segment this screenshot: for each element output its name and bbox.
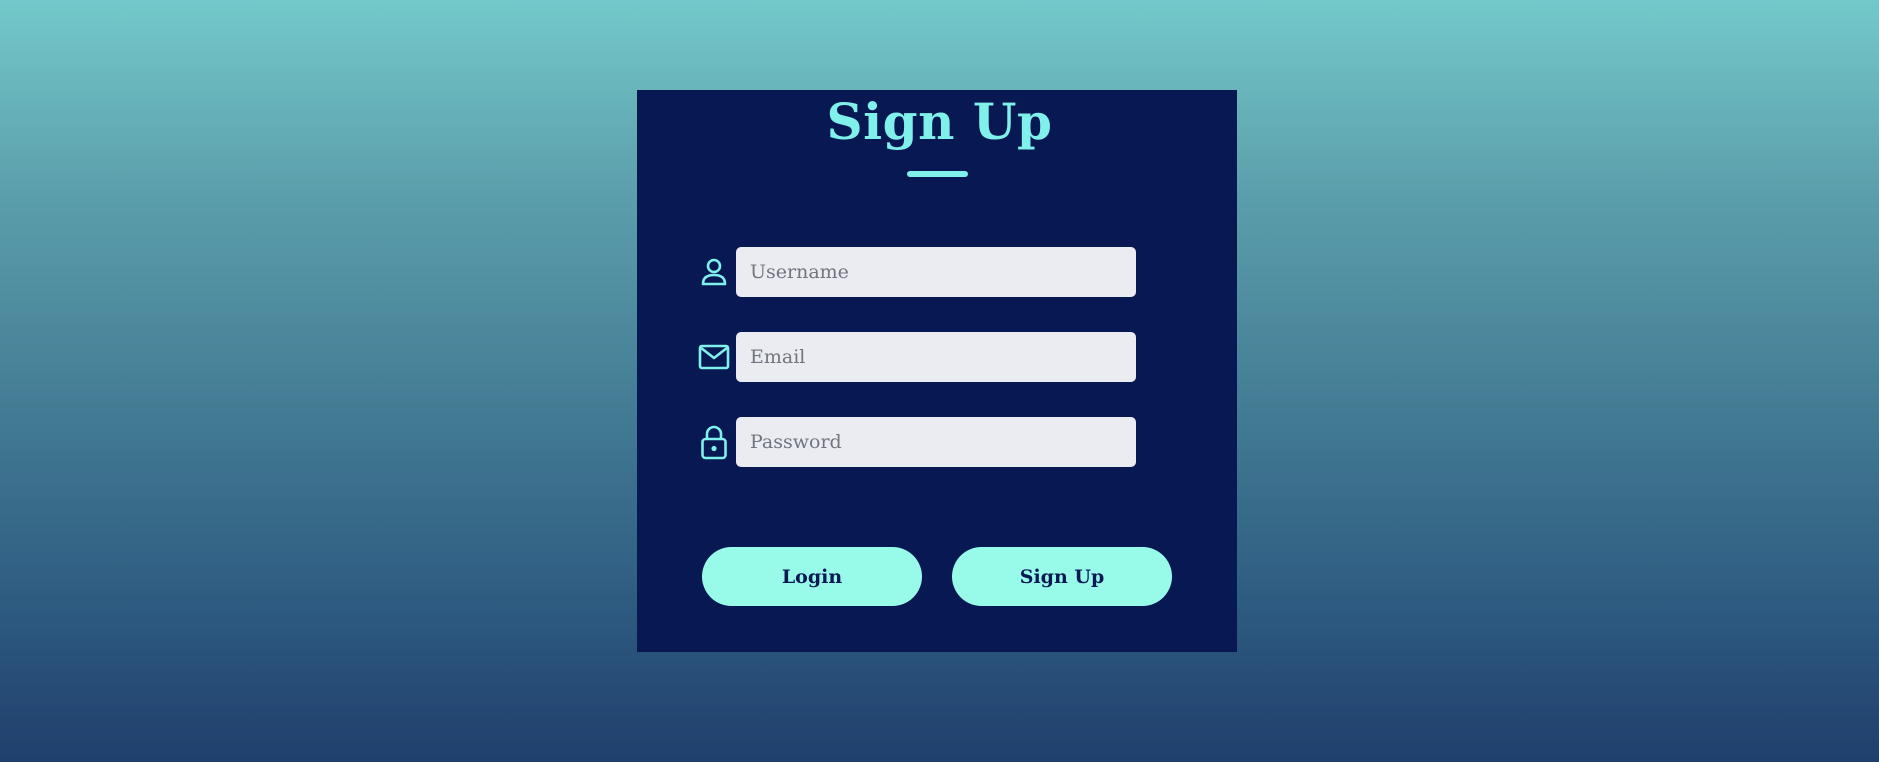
password-input[interactable]	[736, 417, 1136, 467]
email-row	[698, 332, 1138, 382]
envelope-icon	[698, 332, 730, 382]
email-input[interactable]	[736, 332, 1136, 382]
form-title: Sign Up	[826, 92, 1053, 151]
login-button[interactable]: Login	[702, 547, 922, 606]
signup-button[interactable]: Sign Up	[952, 547, 1172, 606]
person-icon	[698, 247, 730, 297]
lock-icon	[698, 417, 730, 467]
title-underline	[907, 171, 968, 177]
username-row	[698, 247, 1138, 297]
password-row	[698, 417, 1138, 467]
username-input[interactable]	[736, 247, 1136, 297]
